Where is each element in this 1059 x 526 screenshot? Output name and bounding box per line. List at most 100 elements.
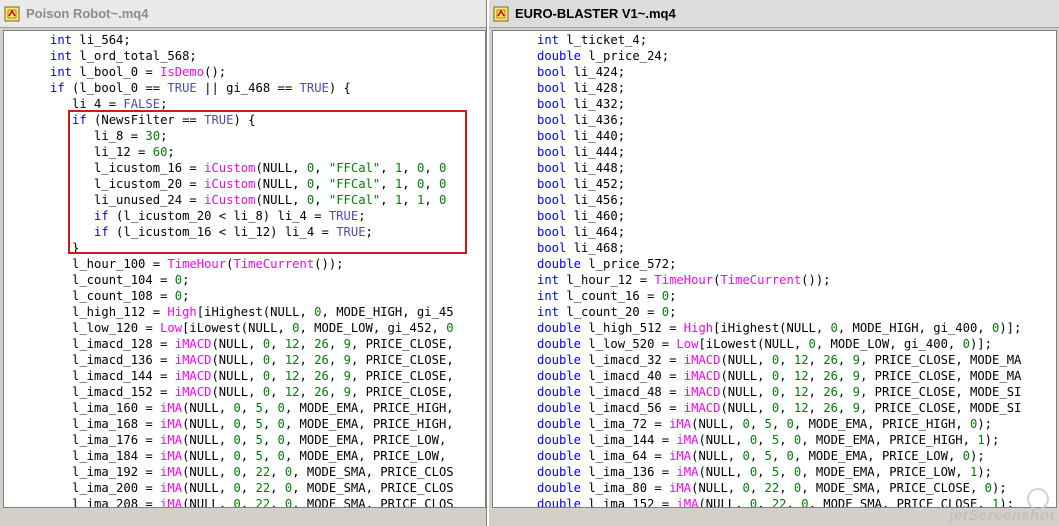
code-token: bool bbox=[537, 113, 567, 127]
code-line[interactable]: int li_564; bbox=[50, 32, 454, 48]
code-line[interactable]: l_imacd_128 = iMACD(NULL, 0, 12, 26, 9, … bbox=[50, 336, 454, 352]
code-line[interactable]: int l_count_16 = 0; bbox=[537, 288, 1021, 304]
code-line[interactable]: l_ima_176 = iMA(NULL, 0, 5, 0, MODE_EMA,… bbox=[50, 432, 454, 448]
code-token: li_464; bbox=[566, 225, 626, 239]
code-token: 9 bbox=[852, 385, 860, 399]
editor-window-euro-blaster[interactable]: EURO-BLASTER V1~.mq4 int l_ticket_4; doub… bbox=[487, 0, 1059, 526]
code-token: , bbox=[837, 353, 853, 367]
left-code-editor[interactable]: int li_564; int l_ord_total_568; int l_boo… bbox=[3, 30, 486, 508]
code-line[interactable]: double l_ima_72 = iMA(NULL, 0, 5, 0, MOD… bbox=[537, 416, 1021, 432]
code-token: , bbox=[380, 161, 395, 175]
code-token: , bbox=[786, 497, 802, 508]
right-code-editor[interactable]: int l_ticket_4; double l_price_24; bool li… bbox=[492, 30, 1057, 508]
code-line[interactable]: double l_high_512 = High[iHighest(NULL, … bbox=[537, 320, 1021, 336]
code-token: 0 bbox=[439, 193, 447, 207]
left-horizontal-scrollbar[interactable] bbox=[0, 508, 486, 526]
code-line[interactable]: l_hour_100 = TimeHour(TimeCurrent()); bbox=[50, 256, 454, 272]
code-line[interactable]: double l_ima_144 = iMA(NULL, 0, 5, 0, MO… bbox=[537, 432, 1021, 448]
code-line[interactable]: li_12 = 60; bbox=[50, 144, 454, 160]
code-line[interactable]: double l_ima_64 = iMA(NULL, 0, 5, 0, MOD… bbox=[537, 448, 1021, 464]
code-token: (NULL, bbox=[720, 385, 772, 399]
code-token: TRUE bbox=[167, 81, 197, 95]
code-line[interactable]: double l_ima_136 = iMA(NULL, 0, 5, 0, MO… bbox=[537, 464, 1021, 480]
code-line[interactable]: bool li_424; bbox=[537, 64, 1021, 80]
code-line[interactable]: bool li_464; bbox=[537, 224, 1021, 240]
code-token: double bbox=[537, 337, 582, 351]
code-line[interactable]: if (l_icustom_20 < li_8) li_4 = TRUE; bbox=[50, 208, 454, 224]
code-line[interactable]: l_ima_184 = iMA(NULL, 0, 5, 0, MODE_EMA,… bbox=[50, 448, 454, 464]
code-line[interactable]: li_4 = FALSE; bbox=[50, 96, 454, 112]
code-token: , bbox=[262, 433, 278, 447]
code-line[interactable]: l_ima_208 = iMA(NULL, 0, 22, 0, MODE_SMA… bbox=[50, 496, 454, 507]
code-line[interactable]: l_count_108 = 0; bbox=[50, 288, 454, 304]
editor-window-poison-robot[interactable]: Poison Robot~.mq4 int li_564; int l_ord_t… bbox=[0, 0, 487, 526]
right-code-area[interactable]: int l_ticket_4; double l_price_24; bool li… bbox=[537, 32, 1021, 508]
code-line[interactable]: bool li_440; bbox=[537, 128, 1021, 144]
left-code-area[interactable]: int li_564; int l_ord_total_568; int l_boo… bbox=[50, 32, 454, 507]
code-line[interactable]: double l_imacd_32 = iMACD(NULL, 0, 12, 2… bbox=[537, 352, 1021, 368]
code-line[interactable]: l_ima_160 = iMA(NULL, 0, 5, 0, MODE_EMA,… bbox=[50, 400, 454, 416]
code-line[interactable]: bool li_428; bbox=[537, 80, 1021, 96]
code-token: iMACD bbox=[683, 401, 721, 415]
code-token: bool bbox=[537, 129, 567, 143]
code-line[interactable]: bool li_444; bbox=[537, 144, 1021, 160]
code-line[interactable]: l_ima_192 = iMA(NULL, 0, 22, 0, MODE_SMA… bbox=[50, 464, 454, 480]
code-line[interactable]: int l_hour_12 = TimeHour(TimeCurrent()); bbox=[537, 272, 1021, 288]
code-line[interactable]: if (l_bool_0 == TRUE || gi_468 == TRUE) … bbox=[50, 80, 454, 96]
code-line[interactable]: bool li_436; bbox=[537, 112, 1021, 128]
code-line[interactable]: bool li_432; bbox=[537, 96, 1021, 112]
code-line[interactable]: bool li_468; bbox=[537, 240, 1021, 256]
code-token: l_ima_80 = bbox=[581, 481, 670, 495]
code-token: , bbox=[299, 353, 315, 367]
code-line[interactable]: int l_ord_total_568; bbox=[50, 48, 454, 64]
code-token: , bbox=[240, 401, 256, 415]
code-token: bool bbox=[537, 161, 567, 175]
right-window-titlebar[interactable]: EURO-BLASTER V1~.mq4 bbox=[489, 0, 1059, 28]
code-line[interactable]: bool li_456; bbox=[537, 192, 1021, 208]
code-line[interactable]: } bbox=[50, 240, 454, 256]
code-line[interactable]: double l_price_572; bbox=[537, 256, 1021, 272]
code-line[interactable]: l_icustom_20 = iCustom(NULL, 0, "FFCal",… bbox=[50, 176, 454, 192]
code-token: double bbox=[537, 353, 582, 367]
code-token: TRUE bbox=[328, 209, 359, 223]
code-line[interactable]: l_count_104 = 0; bbox=[50, 272, 454, 288]
code-line[interactable]: l_icustom_16 = iCustom(NULL, 0, "FFCal",… bbox=[50, 160, 454, 176]
code-line[interactable]: int l_bool_0 = IsDemo(); bbox=[50, 64, 454, 80]
code-line[interactable]: l_ima_200 = iMA(NULL, 0, 22, 0, MODE_SMA… bbox=[50, 480, 454, 496]
code-token: 0 bbox=[277, 433, 285, 447]
code-line[interactable]: double l_price_24; bbox=[537, 48, 1021, 64]
code-line[interactable]: double l_ima_80 = iMA(NULL, 0, 22, 0, MO… bbox=[537, 480, 1021, 496]
code-line[interactable]: if (l_icustom_16 < li_12) li_4 = TRUE; bbox=[50, 224, 454, 240]
code-line[interactable]: l_imacd_152 = iMACD(NULL, 0, 12, 26, 9, … bbox=[50, 384, 454, 400]
code-line[interactable]: l_imacd_144 = iMACD(NULL, 0, 12, 26, 9, … bbox=[50, 368, 454, 384]
code-token: (NULL, bbox=[182, 433, 234, 447]
code-line[interactable]: int l_ticket_4; bbox=[537, 32, 1021, 48]
code-token: , bbox=[779, 385, 794, 399]
code-token: iMA bbox=[160, 449, 183, 463]
code-token: bool bbox=[537, 65, 567, 79]
code-token: bool bbox=[537, 225, 567, 239]
code-line[interactable]: double l_imacd_56 = iMACD(NULL, 0, 12, 2… bbox=[537, 400, 1021, 416]
code-line[interactable]: double l_imacd_48 = iMACD(NULL, 0, 12, 2… bbox=[537, 384, 1021, 400]
code-token: , bbox=[270, 385, 285, 399]
code-line[interactable]: li_unused_24 = iCustom(NULL, 0, "FFCal",… bbox=[50, 192, 454, 208]
code-line[interactable]: bool li_452; bbox=[537, 176, 1021, 192]
code-token: 0 bbox=[277, 449, 285, 463]
code-line[interactable]: l_low_120 = Low[iLowest(NULL, 0, MODE_LO… bbox=[50, 320, 454, 336]
code-line[interactable]: bool li_460; bbox=[537, 208, 1021, 224]
code-line[interactable]: l_imacd_136 = iMACD(NULL, 0, 12, 26, 9, … bbox=[50, 352, 454, 368]
code-line[interactable]: l_ima_168 = iMA(NULL, 0, 5, 0, MODE_EMA,… bbox=[50, 416, 454, 432]
code-token: bool bbox=[537, 177, 567, 191]
code-token: l_count_16 = bbox=[559, 289, 662, 303]
code-token: , bbox=[749, 449, 765, 463]
code-line[interactable]: li_8 = 30; bbox=[50, 128, 454, 144]
left-window-titlebar[interactable]: Poison Robot~.mq4 bbox=[0, 0, 486, 28]
code-line[interactable]: l_high_112 = High[iHighest(NULL, 0, MODE… bbox=[50, 304, 454, 320]
code-line[interactable]: int l_count_20 = 0; bbox=[537, 304, 1021, 320]
code-line[interactable]: double l_low_520 = Low[iLowest(NULL, 0, … bbox=[537, 336, 1021, 352]
code-line[interactable]: if (NewsFilter == TRUE) { bbox=[50, 112, 454, 128]
code-token: , bbox=[771, 417, 787, 431]
code-line[interactable]: bool li_448; bbox=[537, 160, 1021, 176]
code-token: 9 bbox=[852, 401, 860, 415]
code-line[interactable]: double l_imacd_40 = iMACD(NULL, 0, 12, 2… bbox=[537, 368, 1021, 384]
